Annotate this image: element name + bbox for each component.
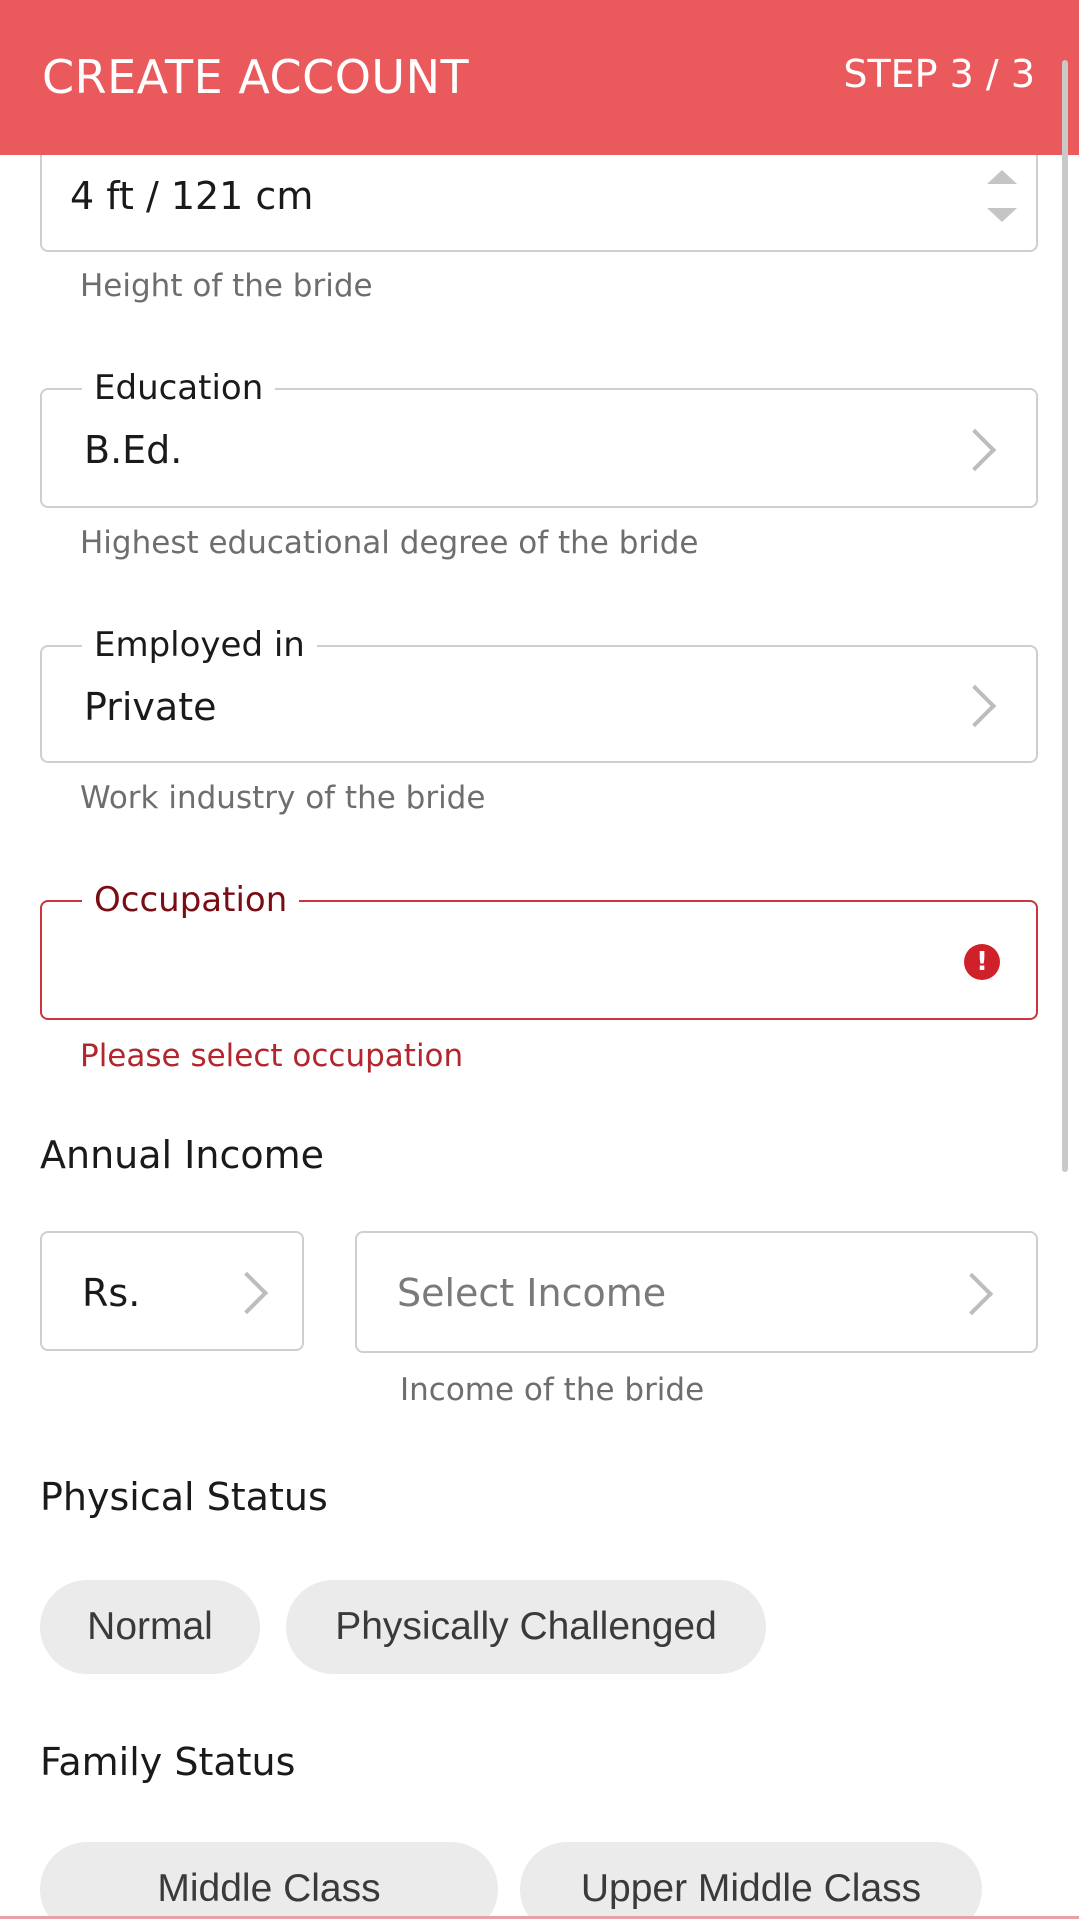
chevron-right-icon	[225, 1271, 269, 1315]
education-label: Education	[82, 368, 276, 408]
chip-normal[interactable]: Normal	[40, 1580, 260, 1674]
spinner-up-icon[interactable]	[987, 170, 1017, 184]
currency-value: Rs.	[82, 1271, 141, 1315]
app-bar: CREATE ACCOUNT STEP 3 / 3	[0, 0, 1079, 155]
chevron-right-icon	[953, 684, 997, 728]
currency-select[interactable]: Rs.	[40, 1231, 304, 1351]
chevron-right-icon	[953, 428, 997, 472]
education-value: B.Ed.	[84, 428, 183, 472]
education-helper: Highest educational degree of the bride	[80, 525, 699, 561]
chevron-right-icon	[950, 1272, 994, 1316]
family-status-title: Family Status	[40, 1740, 296, 1784]
income-helper: Income of the bride	[400, 1372, 705, 1408]
annual-income-title: Annual Income	[40, 1133, 324, 1177]
occupation-error: Please select occupation	[80, 1038, 464, 1074]
chip-upper-middle-class[interactable]: Upper Middle Class	[520, 1842, 982, 1919]
income-placeholder: Select Income	[397, 1271, 667, 1315]
employed-in-helper: Work industry of the bride	[80, 780, 486, 816]
chip-physically-challenged[interactable]: Physically Challenged	[286, 1580, 766, 1674]
step-indicator: STEP 3 / 3	[843, 52, 1035, 96]
height-value: 4 ft / 121 cm	[70, 174, 314, 218]
occupation-label: Occupation	[82, 880, 300, 920]
height-helper: Height of the bride	[80, 268, 373, 304]
create-account-screen: 4 ft / 121 cm Height of the bride Educat…	[0, 0, 1079, 1919]
error-alert-icon: !	[964, 944, 1000, 980]
chip-middle-class[interactable]: Middle Class	[40, 1842, 498, 1919]
education-field[interactable]: Education B.Ed.	[40, 368, 1038, 508]
employed-in-field[interactable]: Employed in Private	[40, 625, 1038, 763]
employed-in-label: Employed in	[82, 625, 317, 665]
spinner-down-icon[interactable]	[987, 208, 1017, 222]
page-title: CREATE ACCOUNT	[42, 50, 470, 104]
occupation-field[interactable]: Occupation !	[40, 880, 1038, 1020]
income-select[interactable]: Select Income	[355, 1231, 1038, 1353]
employed-in-value: Private	[84, 685, 217, 729]
physical-status-title: Physical Status	[40, 1475, 328, 1519]
scrollbar[interactable]	[1062, 60, 1068, 1172]
